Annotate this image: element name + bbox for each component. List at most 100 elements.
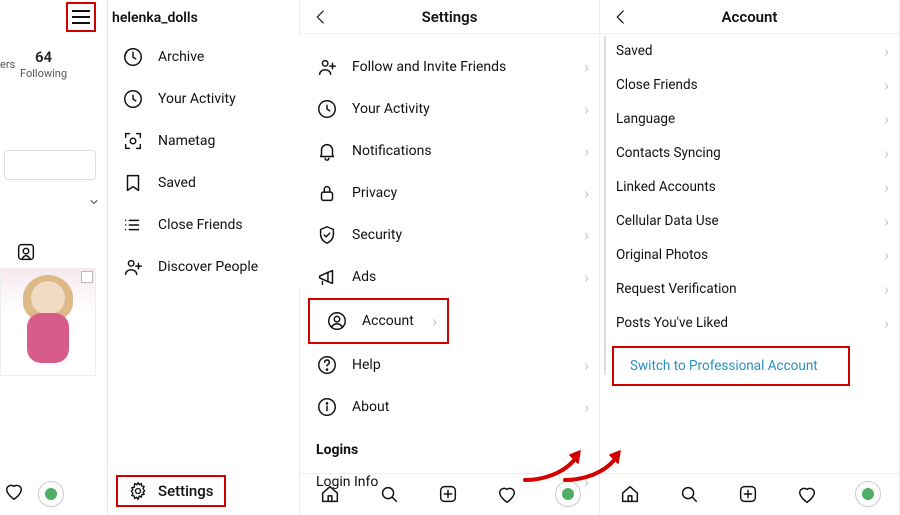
hamburger-menu-button[interactable] xyxy=(66,2,96,32)
drawer-item-close-friends[interactable]: Close Friends xyxy=(108,204,300,246)
chevron-right-icon: › xyxy=(884,144,889,163)
back-button[interactable] xyxy=(608,4,634,30)
account-item-posts-liked[interactable]: Posts You've Liked › xyxy=(600,306,899,340)
drawer-item-archive[interactable]: Archive xyxy=(108,36,300,78)
chevron-down-icon[interactable] xyxy=(88,196,100,211)
drawer-item-label: Discover People xyxy=(158,259,258,275)
megaphone-icon xyxy=(316,266,338,288)
list-item-label: Notifications xyxy=(352,143,432,159)
list-item-label: Help xyxy=(352,357,381,373)
chevron-right-icon: › xyxy=(584,100,589,119)
settings-item-privacy[interactable]: Privacy › xyxy=(300,172,599,214)
settings-item-account[interactable]: Account › xyxy=(308,298,449,344)
help-icon xyxy=(316,354,338,376)
screen-account: Account Saved› Close Friends› Language› … xyxy=(600,0,900,515)
activity-heart-icon[interactable] xyxy=(0,477,28,505)
account-list: Saved› Close Friends› Language› Contacts… xyxy=(600,34,899,386)
profile-tab-icon[interactable] xyxy=(555,481,581,507)
list-item-label: Ads xyxy=(352,269,376,285)
account-item-request-verification[interactable]: Request Verification› xyxy=(600,272,899,306)
account-item-original-photos[interactable]: Original Photos› xyxy=(600,238,899,272)
list-item-label: Cellular Data Use xyxy=(616,213,719,229)
avatar-mini[interactable] xyxy=(38,481,64,507)
settings-item-ads[interactable]: Ads › xyxy=(300,256,599,298)
post-thumbnail[interactable] xyxy=(0,268,96,376)
chevron-right-icon: › xyxy=(884,178,889,197)
search-icon[interactable] xyxy=(678,483,700,505)
multi-post-icon xyxy=(81,271,93,283)
settings-topbar: Settings xyxy=(300,0,599,34)
drawer-item-label: Your Activity xyxy=(158,91,236,107)
username-label[interactable]: helenka_dolls xyxy=(112,10,198,26)
chevron-right-icon: › xyxy=(884,314,889,333)
chevron-right-icon: › xyxy=(584,184,589,203)
list-item-label: Language xyxy=(616,111,675,127)
home-icon[interactable] xyxy=(619,483,641,505)
chevron-right-icon: › xyxy=(884,42,889,61)
chevron-right-icon: › xyxy=(432,312,437,331)
list-item-label: Original Photos xyxy=(616,247,708,263)
settings-item-about[interactable]: About › xyxy=(300,386,599,428)
chevron-right-icon: › xyxy=(584,226,589,245)
account-item-close-friends[interactable]: Close Friends› xyxy=(600,68,899,102)
drawer-item-activity[interactable]: Your Activity xyxy=(108,78,300,120)
following-stat[interactable]: 64 Following xyxy=(20,48,67,80)
account-item-contacts-syncing[interactable]: Contacts Syncing › xyxy=(600,136,899,170)
chevron-right-icon: › xyxy=(884,212,889,231)
list-item-label: Your Activity xyxy=(352,101,430,117)
info-icon xyxy=(316,396,338,418)
drawer-item-nametag[interactable]: Nametag xyxy=(108,120,300,162)
screen-settings: Settings Follow and Invite Friends › You… xyxy=(300,0,600,515)
list-item-label: Linked Accounts xyxy=(616,179,716,195)
edit-profile-button[interactable] xyxy=(4,150,96,180)
drawer-item-label: Close Friends xyxy=(158,217,243,233)
account-topbar: Account xyxy=(600,0,899,34)
heart-icon[interactable] xyxy=(796,483,818,505)
list-item-label: Posts You've Liked xyxy=(616,315,728,331)
nametag-icon xyxy=(122,130,144,152)
bottom-nav xyxy=(600,473,899,509)
settings-list: Follow and Invite Friends › Your Activit… xyxy=(300,46,599,500)
add-person-icon xyxy=(316,56,338,78)
settings-item-security[interactable]: Security › xyxy=(300,214,599,256)
tagged-tab-icon[interactable] xyxy=(12,238,40,266)
list-icon xyxy=(122,214,144,236)
settings-item-follow-invite[interactable]: Follow and Invite Friends › xyxy=(300,46,599,88)
chevron-right-icon: › xyxy=(884,110,889,129)
list-item-label: Close Friends xyxy=(616,77,698,93)
add-person-icon xyxy=(122,256,144,278)
drawer-item-discover[interactable]: Discover People xyxy=(108,246,300,288)
switch-professional-label: Switch to Professional Account xyxy=(630,358,818,374)
account-item-linked-accounts[interactable]: Linked Accounts › xyxy=(600,170,899,204)
drawer-item-label: Nametag xyxy=(158,133,215,149)
list-item-label: Account xyxy=(362,313,414,329)
back-button[interactable] xyxy=(308,4,334,30)
bottom-nav xyxy=(300,473,599,509)
person-circle-icon xyxy=(326,310,348,332)
account-item-language[interactable]: Language › xyxy=(600,102,899,136)
home-icon[interactable] xyxy=(319,483,341,505)
archive-icon xyxy=(122,46,144,68)
profile-sliver: ers 64 Following xyxy=(0,0,108,515)
switch-professional-link[interactable]: Switch to Professional Account xyxy=(612,346,850,386)
settings-button[interactable]: Settings xyxy=(116,475,226,507)
settings-item-activity[interactable]: Your Activity › xyxy=(300,88,599,130)
lock-icon xyxy=(316,182,338,204)
account-item-saved[interactable]: Saved› xyxy=(600,34,899,68)
following-count: 64 xyxy=(20,48,67,66)
settings-item-help[interactable]: Help › xyxy=(300,344,599,386)
followers-fragment: ers xyxy=(0,58,15,71)
list-item-label: Follow and Invite Friends xyxy=(352,59,506,75)
search-icon[interactable] xyxy=(378,483,400,505)
new-post-icon[interactable] xyxy=(737,483,759,505)
profile-tab-icon[interactable] xyxy=(855,481,881,507)
settings-item-notifications[interactable]: Notifications › xyxy=(300,130,599,172)
new-post-icon[interactable] xyxy=(437,483,459,505)
heart-icon[interactable] xyxy=(496,483,518,505)
chevron-right-icon: › xyxy=(584,356,589,375)
account-item-cellular-data[interactable]: Cellular Data Use › xyxy=(600,204,899,238)
screen-profile: ers 64 Following xyxy=(0,0,300,515)
drawer-item-saved[interactable]: Saved xyxy=(108,162,300,204)
chevron-right-icon: › xyxy=(884,280,889,299)
list-item-label: Contacts Syncing xyxy=(616,145,721,161)
